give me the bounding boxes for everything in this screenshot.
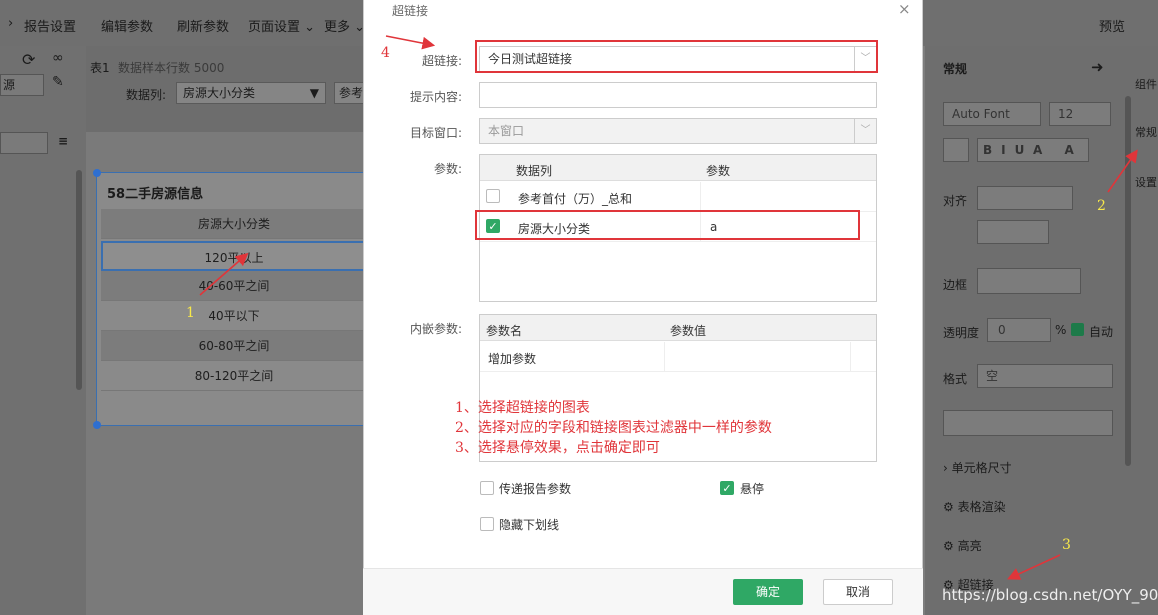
annotation-number-4: 4: [381, 45, 390, 61]
watermark: https://blog.csdn.net/OYY_90: [942, 586, 1158, 604]
annotation-number-1: 1: [186, 305, 195, 321]
annotation-arrows: [199, 35, 1138, 580]
annotation-number-2: 2: [1097, 198, 1106, 214]
arrow-3: [1007, 554, 1061, 580]
arrow-2: [1107, 149, 1138, 193]
annotation-number-3: 3: [1062, 537, 1071, 553]
arrow-1: [199, 252, 249, 296]
arrow-4: [385, 35, 436, 50]
